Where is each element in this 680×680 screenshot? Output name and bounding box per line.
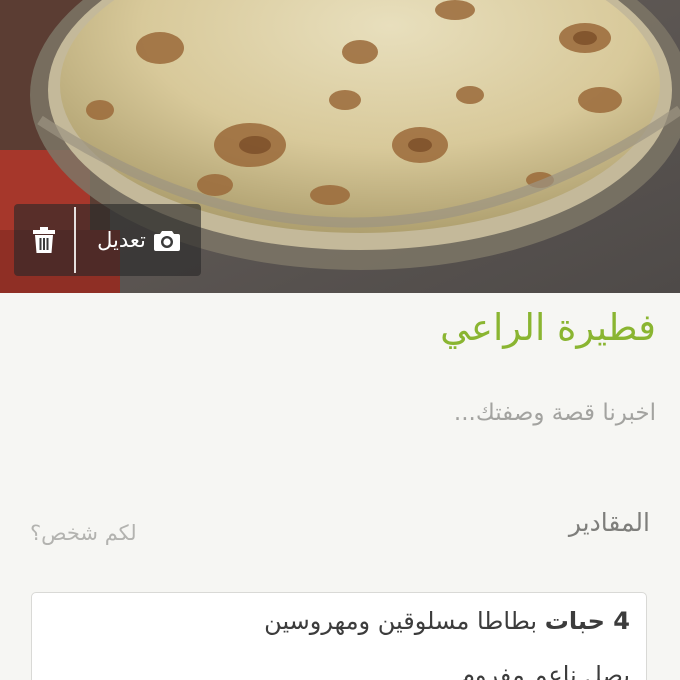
recipe-story-input[interactable]: [56, 400, 656, 426]
ingredients-heading: المقادير: [568, 508, 650, 537]
ingredient-item[interactable]: بصل ناعم مفروم: [460, 661, 630, 680]
recipe-editor-screen: تعديل فطيرة الراعي المقادير 4 حبات بطاطا…: [0, 0, 680, 680]
recipe-title[interactable]: فطيرة الراعي: [440, 306, 656, 349]
camera-icon: [153, 229, 180, 251]
edit-label: تعديل: [97, 228, 146, 252]
ingredient-quantity: 4 حبات: [544, 607, 630, 635]
ingredient-text: بصل ناعم مفروم: [460, 661, 630, 680]
ingredient-item[interactable]: 4 حبات بطاطا مسلوقين ومهروسين: [264, 607, 630, 635]
servings-input[interactable]: [30, 521, 230, 545]
delete-photo-button[interactable]: [14, 204, 74, 276]
trash-icon: [32, 227, 56, 253]
ingredients-list: 4 حبات بطاطا مسلوقين ومهروسين بصل ناعم م…: [31, 592, 647, 680]
ingredient-text: بطاطا مسلوقين ومهروسين: [264, 607, 545, 635]
recipe-photo[interactable]: تعديل: [0, 0, 680, 293]
photo-actions-bar: تعديل: [14, 204, 201, 276]
edit-photo-button[interactable]: تعديل: [76, 204, 201, 276]
